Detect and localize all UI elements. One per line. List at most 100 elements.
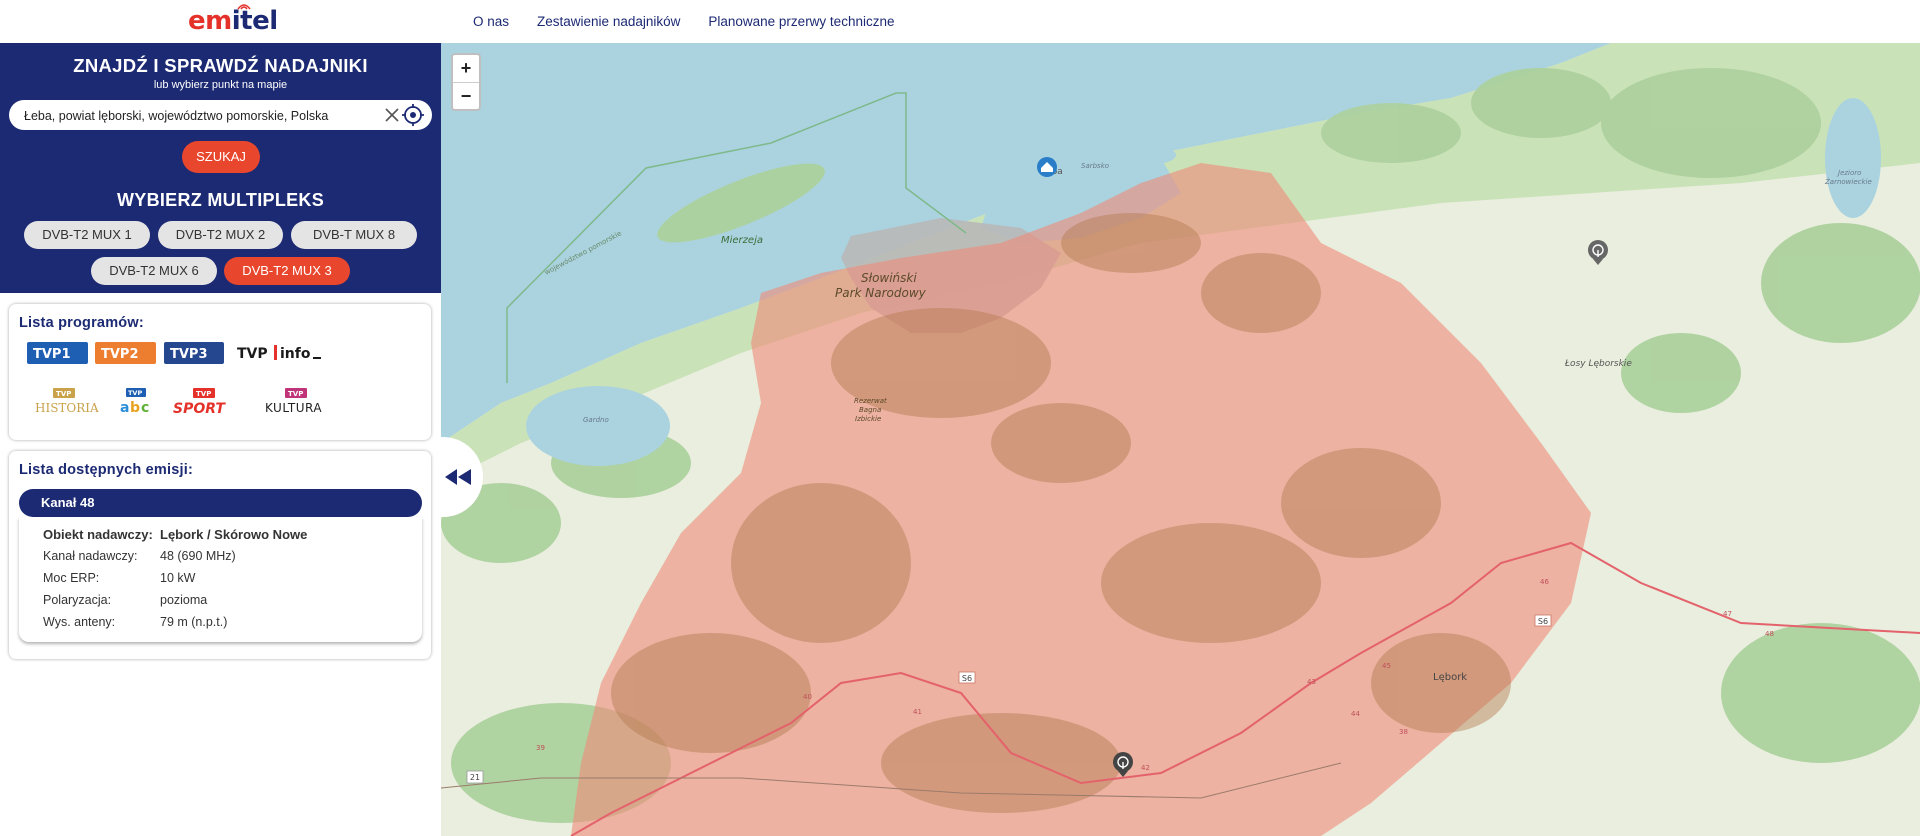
svg-text:TVP: TVP <box>288 390 303 398</box>
km-41: 41 <box>913 708 922 716</box>
mux-button-t-mux8[interactable]: DVB-T MUX 8 <box>291 221 417 249</box>
mux-button-t2-mux1[interactable]: DVB-T2 MUX 1 <box>24 221 150 249</box>
road-shield-21: 21 <box>470 773 480 782</box>
tvp1-logo-icon: TVP1 <box>27 342 88 364</box>
nav-zestawienie[interactable]: Zestawienie nadajników <box>537 14 680 29</box>
tvp-historia-logo-icon: TVP HISTORIA <box>35 388 99 415</box>
detail-erp: Moc ERP: 10 kW <box>43 571 195 585</box>
svg-text:KULTURA: KULTURA <box>265 401 322 415</box>
svg-text:HISTORIA: HISTORIA <box>35 401 99 415</box>
km-47: 47 <box>1723 610 1732 618</box>
road-shield-s6-east: S6 <box>1538 617 1548 626</box>
nav-przerwy[interactable]: Planowane przerwy techniczne <box>708 14 894 29</box>
detail-erp-value: 10 kW <box>160 571 196 585</box>
locate-icon[interactable] <box>401 103 425 127</box>
map-label-gardno: Gardno <box>583 416 609 424</box>
svg-text:a: a <box>120 400 129 416</box>
detail-polarization: Polaryzacja: pozioma <box>43 593 207 607</box>
svg-text:c: c <box>141 400 149 416</box>
map-view[interactable]: Łeba Sarbsko Mierzeja Słowiński Park Nar… <box>441 43 1920 836</box>
top-bar: emitel O nas Zestawienie nadajników Plan… <box>0 0 1920 43</box>
mux-button-t2-mux2[interactable]: DVB-T2 MUX 2 <box>158 221 283 249</box>
mux-button-t2-mux6[interactable]: DVB-T2 MUX 6 <box>91 257 217 285</box>
svg-text:TVP3: TVP3 <box>170 347 208 362</box>
mux-button-t2-mux3[interactable]: DVB-T2 MUX 3 <box>224 257 350 285</box>
search-subtitle: lub wybierz punkt na mapie <box>153 79 288 91</box>
svg-text:TVP1: TVP1 <box>33 347 71 362</box>
road-shield-s6: S6 <box>962 674 972 683</box>
svg-text:TVP: TVP <box>56 390 71 398</box>
channel-header[interactable]: Kanał 48 <box>19 489 422 517</box>
map-label-zarnowieckie: Żarnowieckie <box>1824 177 1872 186</box>
detail-height: Wys. anteny: 79 m (n.p.t.) <box>43 615 227 629</box>
detail-height-label: Wys. anteny: <box>43 615 116 629</box>
km-46: 46 <box>1540 578 1549 586</box>
detail-polarization-label: Polaryzacja: <box>43 593 112 607</box>
km-42: 42 <box>1141 764 1150 772</box>
signal-arcs-icon <box>237 4 251 10</box>
programs-title: Lista programów: <box>19 315 144 331</box>
detail-object: Obiekt nadawczy: Lębork / Skórowo Nowe <box>43 527 307 542</box>
map-label-park-2: Park Narodowy <box>835 286 927 300</box>
tvp-kultura-logo-icon: TVP KULTURA <box>265 388 322 415</box>
detail-object-value: Lębork / Skórowo Nowe <box>160 527 308 542</box>
detail-channel-value: 48 (690 MHz) <box>160 549 236 563</box>
collapse-sidebar-button[interactable] <box>441 437 483 517</box>
sidebar: ZNAJDŹ I SPRAWDŹ NADAJNIKI lub wybierz p… <box>0 43 441 836</box>
km-44: 44 <box>1351 710 1360 718</box>
tvp-abc-logo-icon: TVP a b c <box>120 388 149 416</box>
km-39: 39 <box>536 744 545 752</box>
search-input[interactable] <box>22 104 386 128</box>
svg-text:TVP2: TVP2 <box>101 347 139 362</box>
zoom-in-button[interactable]: + <box>453 55 479 83</box>
multiplex-title: WYBIERZ MULTIPLEKS <box>116 190 325 210</box>
search-button[interactable]: SZUKAJ <box>182 141 260 173</box>
map-label-mierzeja: Mierzeja <box>721 235 763 246</box>
nav-o-nas[interactable]: O nas <box>473 14 509 29</box>
svg-text:TVP: TVP <box>237 346 268 362</box>
svg-text:TVP: TVP <box>196 390 211 398</box>
close-icon[interactable] <box>383 106 401 124</box>
emissions-title: Lista dostępnych emisji: <box>19 462 194 478</box>
map-label-lebork: Lębork <box>1433 672 1467 683</box>
svg-text:b: b <box>130 400 140 416</box>
zoom-control: + − <box>451 53 481 111</box>
detail-erp-label: Moc ERP: <box>43 571 100 585</box>
zoom-out-button[interactable]: − <box>453 83 479 110</box>
tvp2-logo-icon: TVP2 <box>95 342 156 364</box>
lake-gardno <box>526 386 670 466</box>
svg-text:SPORT: SPORT <box>173 401 226 417</box>
km-48: 48 <box>1765 630 1774 638</box>
search-box <box>9 100 432 130</box>
km-43: 43 <box>1307 678 1316 686</box>
km-40: 40 <box>803 693 812 701</box>
tvp-info-logo-icon: TVP info <box>237 345 321 362</box>
search-panel: ZNAJDŹ I SPRAWDŹ NADAJNIKI lub wybierz p… <box>0 43 441 293</box>
main-nav: O nas Zestawienie nadajników Planowane p… <box>473 14 894 29</box>
double-chevron-left-icon <box>445 469 471 485</box>
km-38: 38 <box>1399 728 1408 736</box>
map-label-park-1: Słowiński <box>861 271 917 285</box>
detail-object-label: Obiekt nadawczy: <box>43 527 153 542</box>
emission-details: Obiekt nadawczy: Lębork / Skórowo Nowe Ka… <box>19 517 422 642</box>
map-label-losy: Łosy Lęborskie <box>1564 359 1632 369</box>
detail-polarization-value: pozioma <box>160 593 208 607</box>
detail-height-value: 79 m (n.p.t.) <box>160 615 228 629</box>
map-label-sarbsko: Sarbsko <box>1081 162 1109 170</box>
map-label-rezerwat-3: Izbickie <box>855 415 881 423</box>
map-canvas[interactable]: Łeba Sarbsko Mierzeja Słowiński Park Nar… <box>441 43 1920 836</box>
km-45: 45 <box>1382 662 1391 670</box>
tvp-sport-logo-icon: TVP SPORT <box>173 388 226 417</box>
search-title: ZNAJDŹ I SPRAWDŹ NADAJNIKI <box>73 55 368 76</box>
map-label-rezerwat-1: Rezerwat <box>854 397 887 405</box>
map-label-jezioro: Jezioro <box>1836 169 1861 177</box>
lake-zarnowieckie <box>1825 98 1881 218</box>
detail-channel-label: Kanał nadawczy: <box>43 549 138 563</box>
emitel-logo[interactable]: emitel <box>188 4 278 36</box>
svg-text:info: info <box>280 346 311 362</box>
detail-channel: Kanał nadawczy: 48 (690 MHz) <box>43 549 236 563</box>
tvp3-logo-icon: TVP3 <box>164 342 224 364</box>
svg-text:TVP: TVP <box>128 389 142 397</box>
emissions-card: Lista dostępnych emisji: Kanał 48 Obiekt… <box>9 451 431 659</box>
home-marker-icon[interactable] <box>1037 157 1057 177</box>
